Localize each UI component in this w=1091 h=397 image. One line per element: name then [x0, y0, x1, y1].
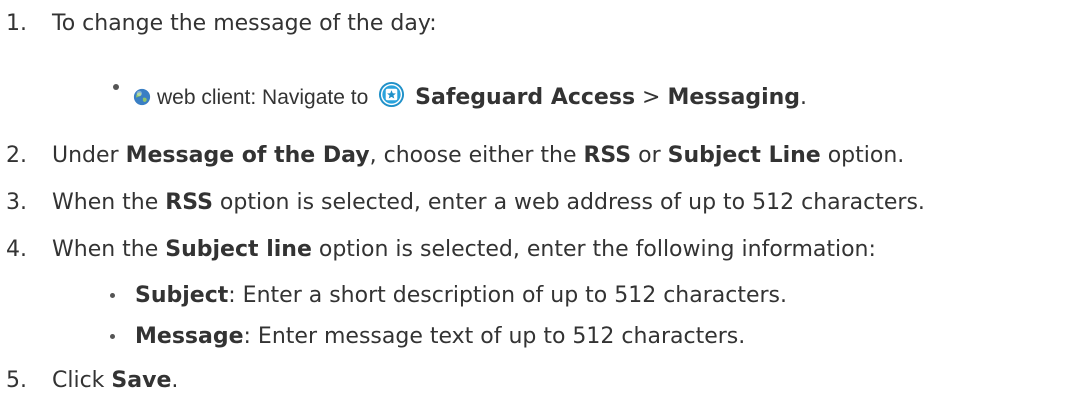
rss-label: RSS [583, 143, 632, 168]
text-fragment: Under [52, 143, 126, 168]
subject-line-label: Subject line [165, 237, 312, 262]
bullet-dot [113, 84, 119, 90]
globe-icon [133, 88, 151, 106]
step-number: 1. [6, 11, 27, 36]
sentence-end: . [800, 85, 808, 110]
safeguard-access-icon [379, 81, 405, 108]
rss-label: RSS [165, 190, 213, 215]
text-fragment: . [171, 368, 179, 393]
message-label: Message [135, 324, 244, 349]
step-text: Click Save. [52, 370, 178, 392]
sub-item-text: Subject: Enter a short description of up… [135, 285, 787, 307]
step-number: 4. [6, 237, 27, 262]
subject-label: Subject [135, 283, 229, 308]
text-fragment: option is selected, enter a web address … [212, 190, 925, 215]
step-text: Under Message of the Day, choose either … [52, 145, 904, 167]
web-client-instruction: web client: Navigate to Safeguard Access… [133, 81, 807, 109]
step-text: When the Subject line option is selected… [52, 239, 876, 261]
web-client-prefix: web client: Navigate to [157, 86, 375, 109]
messaging-link[interactable]: Messaging [667, 85, 800, 110]
text-fragment: Click [52, 368, 112, 393]
text-fragment: , choose either the [369, 143, 584, 168]
step-number: 5. [6, 368, 27, 393]
text-fragment: : Enter a short description of up to 512… [228, 283, 788, 308]
step-text: To change the message of the day: [52, 11, 437, 36]
text-fragment: When the [52, 237, 166, 262]
bullet-dot [110, 334, 115, 339]
subject-line-label: Subject Line [667, 143, 821, 168]
message-of-the-day-label: Message of the Day [125, 143, 370, 168]
text-fragment: option. [820, 143, 905, 168]
text-fragment: When the [52, 190, 166, 215]
sub-item-text: Message: Enter message text of up to 512… [135, 326, 745, 348]
safeguard-access-link[interactable]: Safeguard Access [415, 85, 635, 110]
step-text: When the RSS option is selected, enter a… [52, 192, 925, 214]
bullet-dot [110, 293, 115, 298]
text-fragment: : Enter message text of up to 512 charac… [243, 324, 746, 349]
nav-separator: > [635, 85, 668, 110]
step-number: 3. [6, 190, 27, 215]
text-fragment: option is selected, enter the following … [311, 237, 876, 262]
step-number: 2. [6, 143, 27, 168]
save-label: Save [111, 368, 172, 393]
text-fragment: or [631, 143, 668, 168]
